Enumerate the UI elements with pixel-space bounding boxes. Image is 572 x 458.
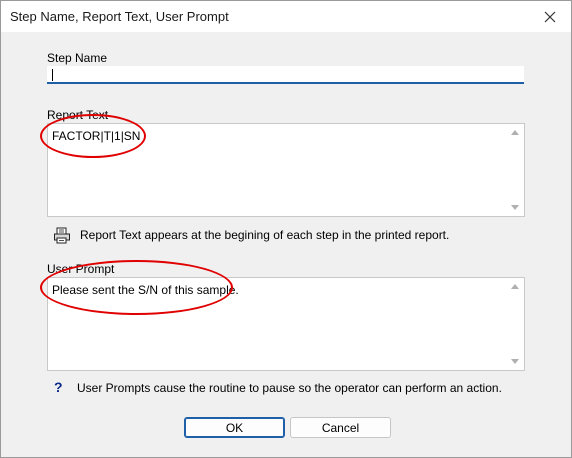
- user-prompt-value: Please sent the S/N of this sample.: [52, 283, 239, 297]
- report-text-hint: Report Text appears at the begining of e…: [80, 228, 450, 242]
- printer-icon: [54, 227, 70, 244]
- step-name-label: Step Name: [47, 51, 108, 65]
- close-icon: [544, 11, 556, 23]
- user-prompt-hint: User Prompts cause the routine to pause …: [77, 381, 502, 395]
- ok-button[interactable]: OK: [184, 417, 285, 438]
- scroll-down-icon[interactable]: [511, 359, 519, 364]
- step-name-input[interactable]: [47, 66, 524, 84]
- scroll-down-icon[interactable]: [511, 205, 519, 210]
- cancel-button[interactable]: Cancel: [290, 417, 391, 438]
- close-button[interactable]: [535, 5, 565, 29]
- report-text-label: Report Text: [47, 108, 109, 122]
- window-title: Step Name, Report Text, User Prompt: [10, 9, 229, 24]
- text-caret: [52, 69, 53, 81]
- question-mark-icon: ?: [54, 379, 63, 395]
- scroll-up-icon[interactable]: [511, 130, 519, 135]
- report-text-area[interactable]: FACTOR|T|1|SN: [47, 123, 525, 217]
- user-prompt-area[interactable]: Please sent the S/N of this sample.: [47, 277, 525, 371]
- user-prompt-label: User Prompt: [47, 262, 115, 276]
- report-text-scrollbar[interactable]: [507, 124, 524, 216]
- scroll-up-icon[interactable]: [511, 284, 519, 289]
- report-text-value: FACTOR|T|1|SN: [52, 129, 141, 143]
- title-bar: Step Name, Report Text, User Prompt: [1, 1, 571, 32]
- dialog-window: Step Name, Report Text, User Prompt Step…: [0, 0, 572, 458]
- user-prompt-scrollbar[interactable]: [507, 278, 524, 370]
